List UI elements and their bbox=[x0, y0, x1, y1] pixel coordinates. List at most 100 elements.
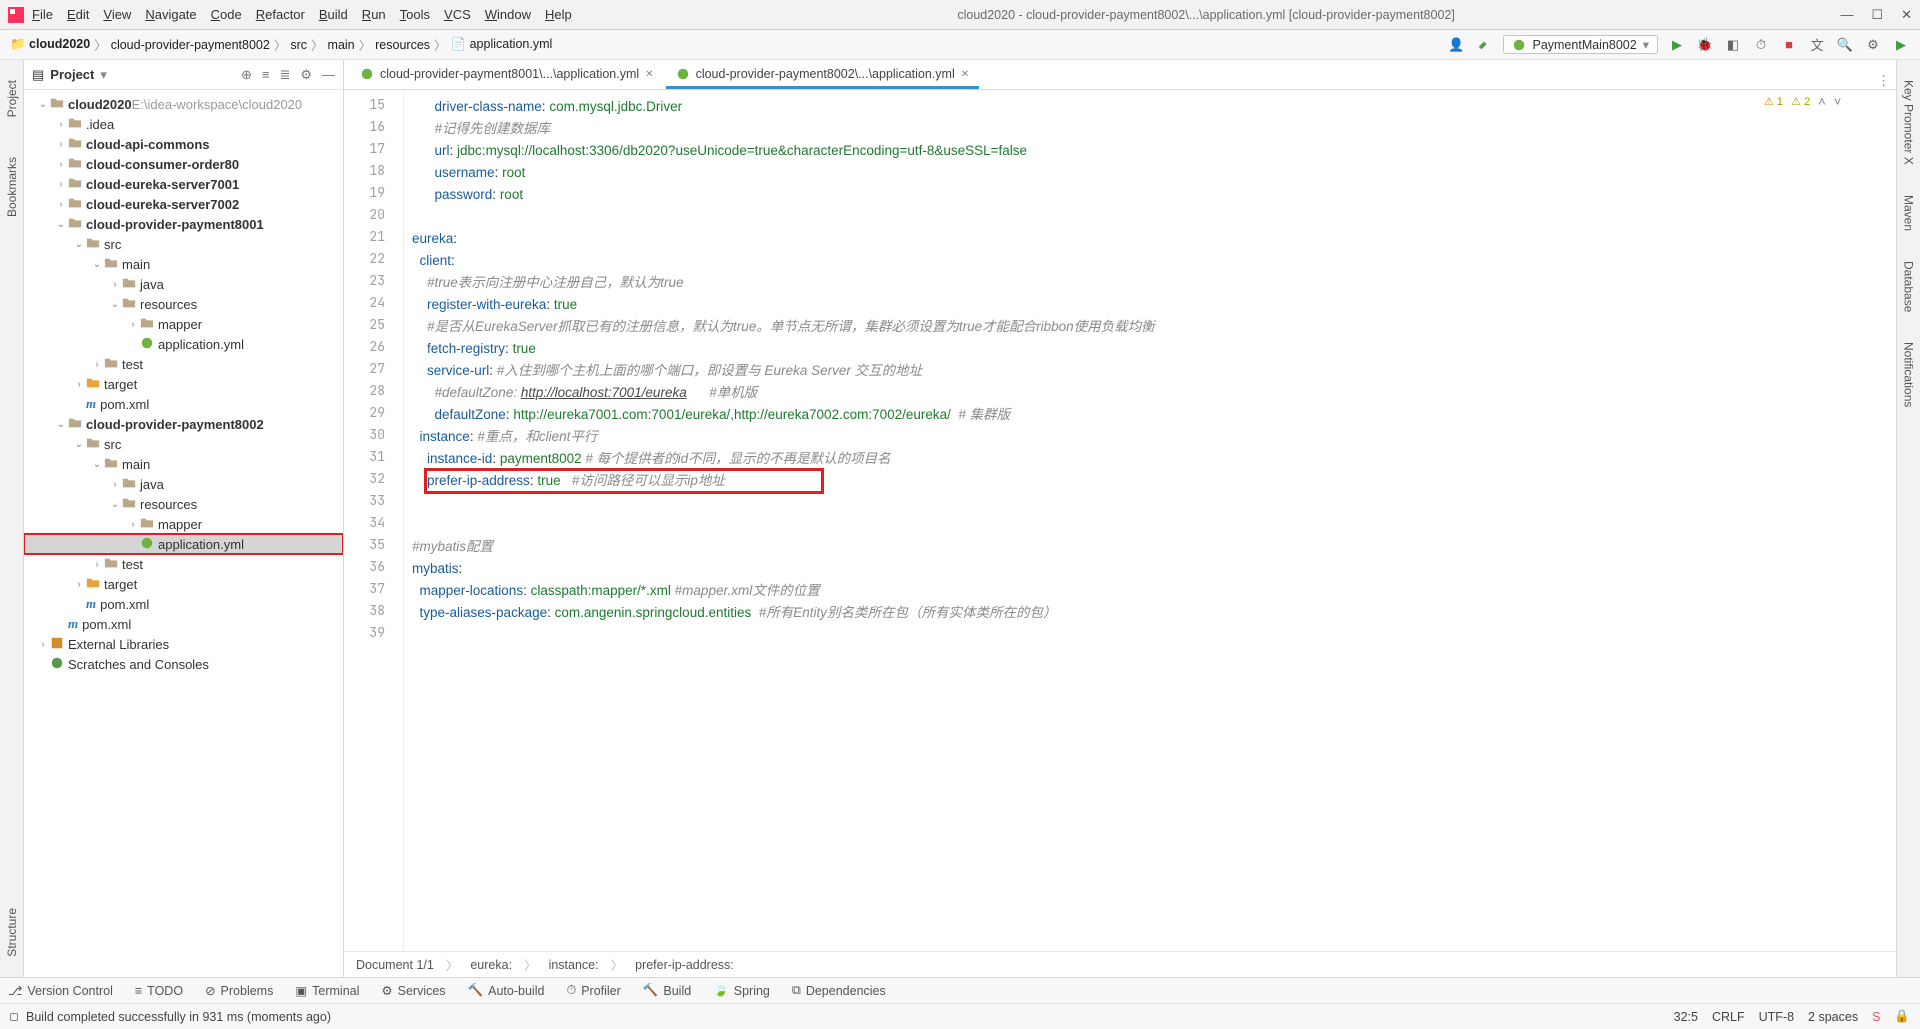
code-editor[interactable]: driver-class-name: com.mysql.jdbc.Driver… bbox=[404, 90, 1896, 951]
tree-node[interactable]: application.yml bbox=[24, 534, 343, 554]
tool-profiler[interactable]: ⏱Profiler bbox=[566, 983, 620, 998]
menu-navigate[interactable]: Navigate bbox=[145, 7, 196, 22]
tree-node[interactable]: ›mapper bbox=[24, 314, 343, 334]
code-line[interactable]: mapper-locations: classpath:mapper/*.xml… bbox=[404, 580, 1896, 602]
tree-node[interactable]: mpom.xml bbox=[24, 394, 343, 414]
code-line[interactable] bbox=[404, 624, 1896, 646]
editor-crumb[interactable]: prefer-ip-address: bbox=[635, 958, 734, 972]
build-hammer-icon[interactable] bbox=[1475, 36, 1493, 54]
tree-node[interactable]: ›External Libraries bbox=[24, 634, 343, 654]
code-line[interactable]: #defaultZone: http://localhost:7001/eure… bbox=[404, 382, 1896, 404]
panel-settings-icon[interactable]: ⚙ bbox=[300, 67, 312, 83]
code-line[interactable]: instance-id: payment8002 # 每个提供者的id不同，显示… bbox=[404, 448, 1896, 470]
settings-icon[interactable]: ⚙ bbox=[1864, 36, 1882, 54]
code-line[interactable]: register-with-eureka: true bbox=[404, 294, 1896, 316]
code-line[interactable]: url: jdbc:mysql://localhost:3306/db2020?… bbox=[404, 140, 1896, 162]
menu-window[interactable]: Window bbox=[485, 7, 531, 22]
tree-node[interactable]: ›test bbox=[24, 554, 343, 574]
project-view-icon[interactable]: ▤ bbox=[32, 67, 44, 83]
tree-node[interactable]: ⌄resources bbox=[24, 494, 343, 514]
indent-setting[interactable]: 2 spaces bbox=[1808, 1010, 1858, 1024]
code-line[interactable]: #记得先创建数据库 bbox=[404, 118, 1896, 140]
code-line[interactable]: instance: #重点，和client平行 bbox=[404, 426, 1896, 448]
close-tab-icon[interactable]: ✕ bbox=[645, 69, 653, 80]
tool-problems[interactable]: ⊘Problems bbox=[205, 983, 273, 998]
tree-node[interactable]: ⌄cloud-provider-payment8001 bbox=[24, 214, 343, 234]
tree-node[interactable]: application.yml bbox=[24, 334, 343, 354]
tree-node[interactable]: ›target bbox=[24, 574, 343, 594]
tool-build[interactable]: 🔨Build bbox=[643, 983, 691, 998]
rail-key-promoter[interactable]: Key Promoter X bbox=[1902, 80, 1916, 165]
close-icon[interactable]: ✕ bbox=[1901, 7, 1912, 23]
menu-help[interactable]: Help bbox=[545, 7, 572, 22]
editor-tab[interactable]: cloud-provider-payment8002\...\applicati… bbox=[666, 62, 980, 89]
tree-node[interactable]: ⌄src bbox=[24, 434, 343, 454]
tool-spring[interactable]: 🍃Spring bbox=[713, 983, 770, 998]
rail-bookmarks[interactable]: Bookmarks bbox=[5, 157, 19, 217]
tool-dependencies[interactable]: ⧉Dependencies bbox=[792, 983, 886, 998]
crumb[interactable]: resources bbox=[375, 38, 430, 52]
tree-node[interactable]: ⌄src bbox=[24, 234, 343, 254]
tree-node[interactable]: ›cloud-eureka-server7001 bbox=[24, 174, 343, 194]
user-icon[interactable]: 👤 bbox=[1447, 36, 1465, 54]
crumb[interactable]: src bbox=[290, 38, 307, 52]
tree-node[interactable]: ›java bbox=[24, 474, 343, 494]
hide-panel-icon[interactable]: — bbox=[322, 67, 335, 83]
rail-project[interactable]: Project bbox=[5, 80, 19, 117]
editor-tab[interactable]: cloud-provider-payment8001\...\applicati… bbox=[350, 62, 664, 89]
crumb[interactable]: main bbox=[328, 38, 355, 52]
panel-title[interactable]: Project bbox=[50, 67, 94, 82]
collapse-all-icon[interactable]: ≣ bbox=[279, 67, 290, 83]
rail-notifications[interactable]: Notifications bbox=[1902, 342, 1916, 407]
editor-crumb[interactable]: Document 1/1 bbox=[356, 958, 434, 972]
menu-vcs[interactable]: VCS bbox=[444, 7, 471, 22]
tree-node[interactable]: Scratches and Consoles bbox=[24, 654, 343, 674]
code-line[interactable]: type-aliases-package: com.angenin.spring… bbox=[404, 602, 1896, 624]
run-button[interactable]: ▶ bbox=[1668, 36, 1686, 54]
code-line[interactable]: #是否从EurekaServer抓取已有的注册信息，默认为true。单节点无所谓… bbox=[404, 316, 1896, 338]
run-config-selector[interactable]: PaymentMain8002 ▾ bbox=[1503, 35, 1658, 54]
code-line[interactable]: password: root bbox=[404, 184, 1896, 206]
rail-structure[interactable]: Structure bbox=[5, 908, 19, 957]
tree-node[interactable]: ⌄main bbox=[24, 254, 343, 274]
code-line[interactable] bbox=[404, 514, 1896, 536]
caret-position[interactable]: 32:5 bbox=[1674, 1010, 1698, 1024]
tree-node[interactable]: ›.idea bbox=[24, 114, 343, 134]
menu-tools[interactable]: Tools bbox=[400, 7, 430, 22]
code-line[interactable]: username: root bbox=[404, 162, 1896, 184]
coverage-button[interactable]: ◧ bbox=[1724, 36, 1742, 54]
stop-button[interactable]: ■ bbox=[1780, 36, 1798, 54]
menu-run[interactable]: Run bbox=[362, 7, 386, 22]
menu-code[interactable]: Code bbox=[211, 7, 242, 22]
menu-view[interactable]: View bbox=[103, 7, 131, 22]
code-line[interactable]: fetch-registry: true bbox=[404, 338, 1896, 360]
tree-node[interactable]: ›test bbox=[24, 354, 343, 374]
profiler-button[interactable]: ⏱ bbox=[1752, 36, 1770, 54]
file-encoding[interactable]: UTF-8 bbox=[1759, 1010, 1794, 1024]
tree-node[interactable]: mpom.xml bbox=[24, 614, 343, 634]
tree-node[interactable]: ⌄main bbox=[24, 454, 343, 474]
code-line[interactable] bbox=[404, 492, 1896, 514]
tool-services[interactable]: ⚙Services bbox=[381, 983, 445, 998]
code-line[interactable]: driver-class-name: com.mysql.jdbc.Driver bbox=[404, 96, 1896, 118]
tree-node[interactable]: ›target bbox=[24, 374, 343, 394]
menu-file[interactable]: File bbox=[32, 7, 53, 22]
line-separator[interactable]: CRLF bbox=[1712, 1010, 1745, 1024]
tool-auto-build[interactable]: 🔨Auto-build bbox=[468, 983, 545, 998]
crumb[interactable]: 📁 cloud2020 bbox=[10, 37, 90, 52]
crumb[interactable]: cloud-provider-payment8002 bbox=[111, 38, 270, 52]
menu-build[interactable]: Build bbox=[319, 7, 348, 22]
code-line[interactable]: eureka: bbox=[404, 228, 1896, 250]
translate-icon[interactable]: 文 bbox=[1808, 36, 1826, 54]
tree-node[interactable]: ›cloud-api-commons bbox=[24, 134, 343, 154]
rail-database[interactable]: Database bbox=[1902, 261, 1916, 312]
code-line[interactable]: #mybatis配置 bbox=[404, 536, 1896, 558]
rail-maven[interactable]: Maven bbox=[1902, 195, 1916, 231]
tree-node[interactable]: ⌄cloud-provider-payment8002 bbox=[24, 414, 343, 434]
close-tab-icon[interactable]: ✕ bbox=[961, 69, 969, 80]
menu-edit[interactable]: Edit bbox=[67, 7, 89, 22]
tree-node[interactable]: ⌄resources bbox=[24, 294, 343, 314]
editor-crumb[interactable]: eureka: bbox=[470, 958, 512, 972]
tree-node[interactable]: ›cloud-eureka-server7002 bbox=[24, 194, 343, 214]
code-line[interactable]: service-url: #入住到哪个主机上面的哪个端口，即设置与 Eureka… bbox=[404, 360, 1896, 382]
